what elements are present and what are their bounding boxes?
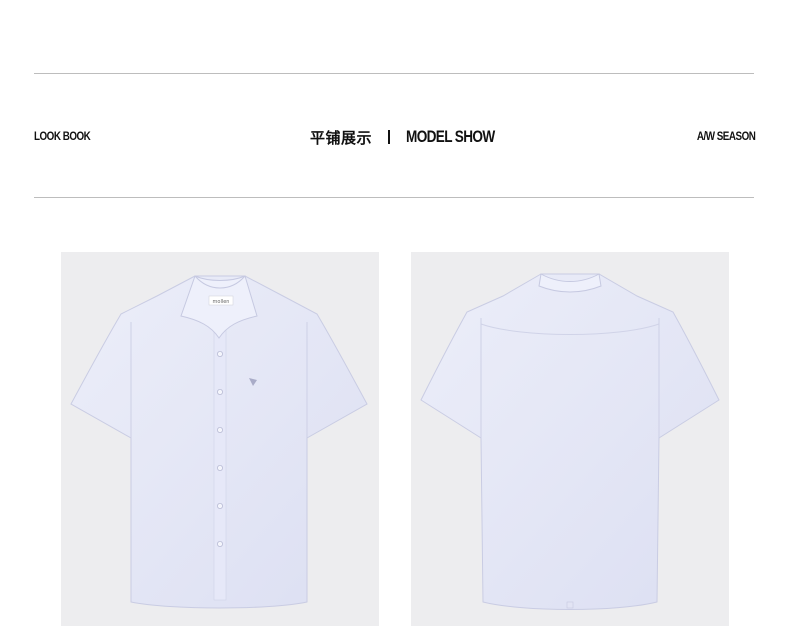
title-english: MODEL SHOW	[406, 127, 495, 146]
bottom-divider	[34, 197, 754, 198]
shirt-front-illustration: mollen	[70, 275, 368, 609]
shirt-back-photo	[411, 252, 729, 626]
section-title: 平铺展示 MODEL SHOW	[310, 122, 517, 152]
shirt-back-illustration	[420, 273, 720, 610]
season-label: A/W SEASON	[696, 129, 755, 143]
collar-tag-text: mollen	[213, 299, 230, 305]
section-header: LOOK BOOK 平铺展示 MODEL SHOW A/W SEASON	[34, 122, 755, 152]
look-book-label: LOOK BOOK	[34, 129, 91, 143]
shirt-front-photo: mollen	[61, 252, 379, 626]
title-chinese: 平铺展示	[310, 128, 373, 147]
top-divider	[34, 73, 754, 74]
title-separator	[388, 130, 391, 144]
